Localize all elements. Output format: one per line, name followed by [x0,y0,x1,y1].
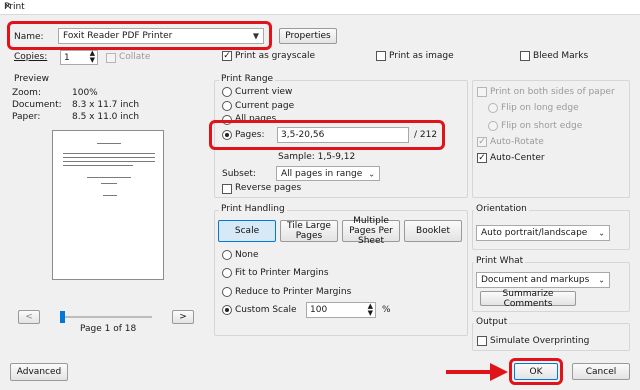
print-what-select[interactable]: Document and markups ⌄ [476,272,610,288]
reduce-margins-radio[interactable] [222,287,232,297]
short-edge-label: Flip on short edge [501,121,583,131]
grayscale-checkbox[interactable]: ✓ [222,51,232,61]
page-slider-thumb[interactable] [60,311,65,323]
cancel-button[interactable]: Cancel [572,363,630,380]
percent-sign: % [382,305,391,315]
both-sides-label: Print on both sides of paper [490,87,615,97]
auto-center-checkbox[interactable]: ✓ [477,153,487,163]
reverse-pages-label: Reverse pages [235,183,302,193]
current-page-label: Current page [235,101,295,111]
auto-center-label: Auto-Center [490,153,545,163]
custom-scale-value: 100 [310,305,328,315]
long-edge-label: Flip on long edge [501,103,579,113]
bleed-marks-label: Bleed Marks [533,51,589,61]
tab-booklet[interactable]: Booklet [404,220,462,242]
orientation-title: Orientation [474,204,529,214]
title-bar: Print ✕ [0,0,640,14]
tab-multiple-pages[interactable]: Multiple Pages Per Sheet [342,216,400,246]
orientation-select[interactable]: Auto portrait/landscape ⌄ [476,225,610,241]
next-page-button[interactable]: > [172,310,194,324]
paper-size-label: Paper: [12,112,41,122]
copies-label: Copies: [14,52,48,62]
output-title: Output [474,317,510,327]
reverse-pages-checkbox[interactable] [222,184,232,194]
print-as-image-checkbox[interactable] [376,51,386,61]
advanced-button[interactable]: Advanced [10,363,68,381]
preview-title: Preview [12,74,52,84]
scale-none-label: None [235,250,259,260]
short-edge-radio[interactable] [488,121,498,131]
collate-label: Collate [119,52,151,62]
close-icon[interactable]: ✕ [4,2,634,12]
orientation-value: Auto portrait/landscape [481,228,588,238]
spin-arrows-icon[interactable]: ▲ ▼ [90,50,95,64]
print-range-title: Print Range [219,74,276,84]
custom-scale-label: Custom Scale [235,305,297,315]
zoom-value: 100% [72,88,98,98]
copies-input[interactable]: 1 ▲ ▼ [60,50,98,65]
subset-select[interactable]: All pages in range ⌄ [276,166,380,181]
summarize-comments-button[interactable]: Summarize Comments [480,289,576,309]
pages-highlight [209,120,445,150]
copies-value: 1 [64,52,70,63]
page-indicator: Page 1 of 18 [80,324,137,334]
custom-scale-input[interactable]: 100 ▲ ▼ [306,302,376,318]
scale-none-radio[interactable] [222,250,232,260]
fit-margins-radio[interactable] [222,268,232,278]
page-slider-track[interactable] [60,316,152,318]
custom-scale-radio[interactable] [222,305,232,315]
subset-label: Subset: [222,169,256,179]
current-view-radio[interactable] [222,87,232,97]
print-what-title: Print What [474,256,526,266]
both-sides-checkbox[interactable] [477,87,487,97]
simulate-overprinting-checkbox[interactable] [477,336,487,346]
printer-highlight [7,21,272,50]
fit-margins-label: Fit to Printer Margins [235,268,329,278]
long-edge-radio[interactable] [488,103,498,113]
print-what-value: Document and markups [481,275,590,285]
print-handling-title: Print Handling [219,204,287,214]
subset-value: All pages in range [281,168,363,179]
collate-checkbox[interactable] [106,53,116,63]
tab-tile-large-pages[interactable]: Tile Large Pages [280,220,338,242]
prev-page-button[interactable]: < [18,310,40,324]
properties-button[interactable]: Properties [279,28,337,44]
document-size-label: Document: [12,100,62,110]
bleed-marks-checkbox[interactable] [520,51,530,61]
preview-page [52,130,164,280]
simulate-overprinting-label: Simulate Overprinting [490,336,590,346]
current-page-radio[interactable] [222,101,232,111]
chevron-down-icon: ⌄ [598,228,605,238]
chevron-down-icon: ⌄ [368,169,375,178]
print-as-image-label: Print as image [389,51,454,61]
grayscale-label: Print as grayscale [235,51,316,61]
current-view-label: Current view [235,87,293,97]
sample-hint: Sample: 1,5-9,12 [278,152,356,162]
auto-rotate-label: Auto-Rotate [490,137,544,147]
tab-scale[interactable]: Scale [218,220,276,242]
reduce-margins-label: Reduce to Printer Margins [235,287,352,297]
paper-size-value: 8.5 x 11.0 inch [72,112,140,122]
arrow-right-icon [446,363,508,381]
spin-arrows-icon[interactable]: ▲ ▼ [368,303,373,317]
document-size-value: 8.3 x 11.7 inch [72,100,140,110]
chevron-down-icon: ⌄ [598,275,605,285]
auto-rotate-checkbox[interactable]: ✓ [477,137,487,147]
zoom-label: Zoom: [12,88,41,98]
ok-button[interactable]: OK [514,363,558,380]
